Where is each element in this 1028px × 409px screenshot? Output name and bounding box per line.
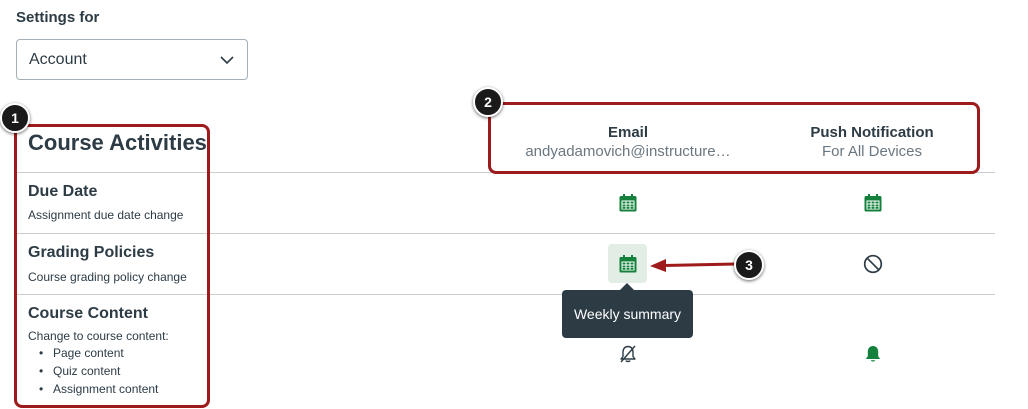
weekly-summary-tooltip: Weekly summary	[562, 283, 693, 338]
settings-for-label: Settings for	[16, 9, 100, 26]
due-date-email-frequency-button[interactable]	[617, 192, 639, 214]
annotation-box-course-activities	[14, 124, 210, 408]
calendar-icon	[864, 194, 882, 212]
grading-policies-email-frequency-button[interactable]	[617, 253, 639, 275]
no-entry-icon	[863, 254, 883, 274]
bell-icon	[865, 346, 881, 362]
annotation-badge-2: 2	[473, 87, 503, 117]
bell-off-icon	[620, 345, 636, 363]
annotation-arrow	[650, 259, 737, 272]
course-content-email-frequency-button[interactable]	[617, 343, 639, 365]
tooltip-text: Weekly summary	[573, 306, 682, 322]
settings-select[interactable]: Account	[16, 39, 248, 80]
chevron-down-icon	[220, 56, 234, 65]
settings-select-value: Account	[29, 50, 87, 68]
calendar-icon	[619, 194, 637, 212]
calendar-icon	[619, 255, 637, 273]
grading-policies-push-frequency-button[interactable]	[862, 253, 884, 275]
annotation-box-column-headers	[488, 102, 980, 174]
course-content-push-frequency-button[interactable]	[862, 343, 884, 365]
due-date-push-frequency-button[interactable]	[862, 192, 884, 214]
annotation-badge-1: 1	[0, 103, 30, 133]
annotation-badge-3: 3	[734, 250, 764, 280]
